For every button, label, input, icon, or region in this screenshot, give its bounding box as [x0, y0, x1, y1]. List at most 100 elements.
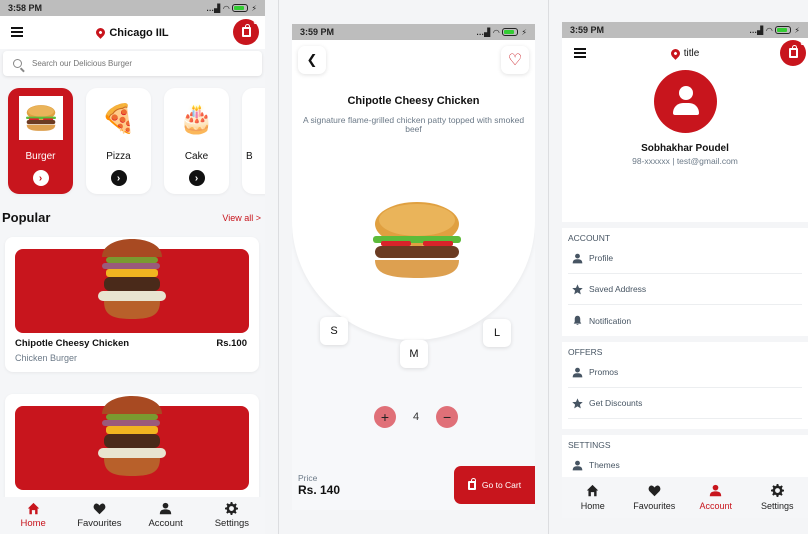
heart-icon [93, 502, 106, 515]
signal-icon: …▟ [749, 25, 764, 35]
favourite-button[interactable]: ♡ [501, 46, 529, 74]
menu-item-notification[interactable]: Notification [568, 305, 802, 336]
bell-icon [572, 315, 583, 326]
nav-favourites[interactable]: Favourites [69, 502, 129, 529]
location-label: title [683, 47, 700, 59]
battery-icon [232, 4, 249, 12]
go-to-cart-button[interactable]: Go to Cart [454, 466, 535, 504]
nav-settings[interactable]: Settings [747, 484, 807, 511]
cart-button[interactable]: 3 [780, 38, 806, 66]
heart-outline-icon: ♡ [507, 52, 523, 69]
wifi-icon: ◠ [766, 25, 773, 35]
bottom-nav: Home Favourites Account Settings [0, 497, 265, 534]
menu-item-label: Get Discounts [589, 398, 643, 408]
chevron-right-icon[interactable]: › [32, 170, 49, 186]
home-icon [27, 502, 40, 515]
account-screen: 3:59 PM …▟ ◠ ⚡ title 3 Sobhakhar Poudel … [562, 22, 808, 518]
category-cake[interactable]: 🎂 Cake › [164, 88, 229, 194]
search-icon [13, 59, 22, 68]
home-icon [586, 484, 599, 497]
menu-item-promos[interactable]: Promos [568, 357, 802, 388]
popular-header: Popular View all > [2, 210, 261, 225]
chevron-right-icon[interactable]: › [110, 170, 127, 186]
location-selector[interactable]: Chicago IIL [94, 26, 169, 39]
minus-icon: − [443, 409, 452, 425]
nav-label: Home [20, 518, 46, 529]
section-title: SETTINGS [568, 440, 611, 450]
menu-icon[interactable] [11, 27, 23, 37]
nav-settings[interactable]: Settings [202, 502, 262, 529]
chevron-left-icon: ❮ [306, 52, 318, 67]
quantity-value: 4 [413, 411, 420, 423]
menu-item-get-discounts[interactable]: Get Discounts [568, 388, 802, 419]
size-medium-button[interactable]: M [400, 340, 428, 368]
nav-account[interactable]: Account [136, 502, 196, 529]
search-input[interactable] [32, 59, 232, 68]
product-category: Chicken Burger [15, 353, 78, 363]
view-all-link[interactable]: View all > [222, 213, 261, 223]
menu-item-profile[interactable]: Profile [568, 243, 802, 274]
burger-icon [18, 96, 63, 140]
nav-label: Account [699, 501, 733, 511]
menu-item-label: Notification [589, 315, 632, 326]
charging-icon: ⚡ [251, 3, 257, 13]
charging-icon: ⚡ [521, 27, 527, 37]
nav-home[interactable]: Home [563, 484, 623, 511]
price-label: Price [298, 473, 318, 483]
category-pizza[interactable]: 🍕 Pizza › [86, 88, 151, 194]
decrease-quantity-button[interactable]: − [436, 406, 459, 428]
cart-count-badge: 3 [253, 17, 258, 26]
price-summary: Price Rs. 140 [298, 473, 340, 497]
location-pin-icon [94, 26, 108, 39]
category-label: Burger [25, 151, 56, 162]
product-image [94, 227, 170, 325]
status-bar: 3:59 PM …▟ ◠ ⚡ [292, 24, 535, 40]
cake-icon: 🎂 [179, 102, 214, 134]
shopping-bag-icon [788, 45, 798, 58]
star-icon [572, 398, 583, 409]
product-hero-background [292, 40, 535, 340]
nav-label: Account [148, 518, 183, 529]
price-value: Rs. 140 [298, 483, 341, 497]
menu-item-label: Themes [589, 460, 620, 470]
size-large-button[interactable]: L [483, 319, 511, 347]
product-image [367, 200, 467, 280]
search-bar [3, 51, 262, 76]
top-bar: Chicago IIL 3 [0, 16, 265, 49]
size-small-button[interactable]: S [320, 317, 348, 345]
menu-icon[interactable] [574, 48, 586, 58]
chevron-right-icon[interactable]: › [188, 170, 205, 186]
pizza-icon: 🍕 [101, 102, 136, 134]
cart-button[interactable]: 3 [233, 17, 259, 45]
top-bar: title 3 [562, 38, 808, 68]
user-icon [572, 367, 583, 378]
settings-section: SETTINGS Themes [562, 435, 808, 481]
battery-icon [775, 26, 792, 34]
nav-favourites[interactable]: Favourites [624, 484, 684, 511]
nav-label: Home [580, 501, 605, 511]
location-pin-icon [668, 46, 682, 60]
plus-icon: + [380, 409, 390, 425]
status-bar: 3:58 PM …▟ ◠ ⚡ [0, 0, 265, 16]
status-icons: …▟ ◠ ⚡ [476, 28, 527, 37]
product-description: A signature flame-grilled chicken patty … [302, 115, 525, 135]
increase-quantity-button[interactable]: + [374, 406, 396, 428]
product-card[interactable]: Chipotle Cheesy Chicken Rs.100 Chicken B… [5, 237, 259, 372]
battery-icon [502, 28, 519, 36]
menu-item-label: Saved Address [589, 284, 647, 294]
category-label: B [246, 151, 253, 162]
category-burger[interactable]: Burger › [8, 88, 73, 194]
charging-icon: ⚡ [794, 25, 800, 35]
nav-home[interactable]: Home [3, 502, 63, 529]
menu-item-saved-address[interactable]: Saved Address [568, 274, 802, 305]
back-button[interactable]: ❮ [298, 46, 326, 74]
status-bar: 3:59 PM …▟ ◠ ⚡ [562, 22, 808, 38]
product-detail-screen: 3:59 PM …▟ ◠ ⚡ ❮ ♡ Chipotle Cheesy Chick… [292, 24, 535, 510]
shopping-bag-icon [467, 477, 476, 490]
account-section: ACCOUNT Profile Saved Address Notificati… [562, 228, 808, 336]
nav-account[interactable]: Account [686, 484, 746, 511]
avatar[interactable] [653, 70, 717, 133]
quantity-stepper: + 4 − [374, 406, 459, 428]
category-partial[interactable]: B [242, 88, 265, 194]
location-selector[interactable]: title [668, 46, 700, 60]
